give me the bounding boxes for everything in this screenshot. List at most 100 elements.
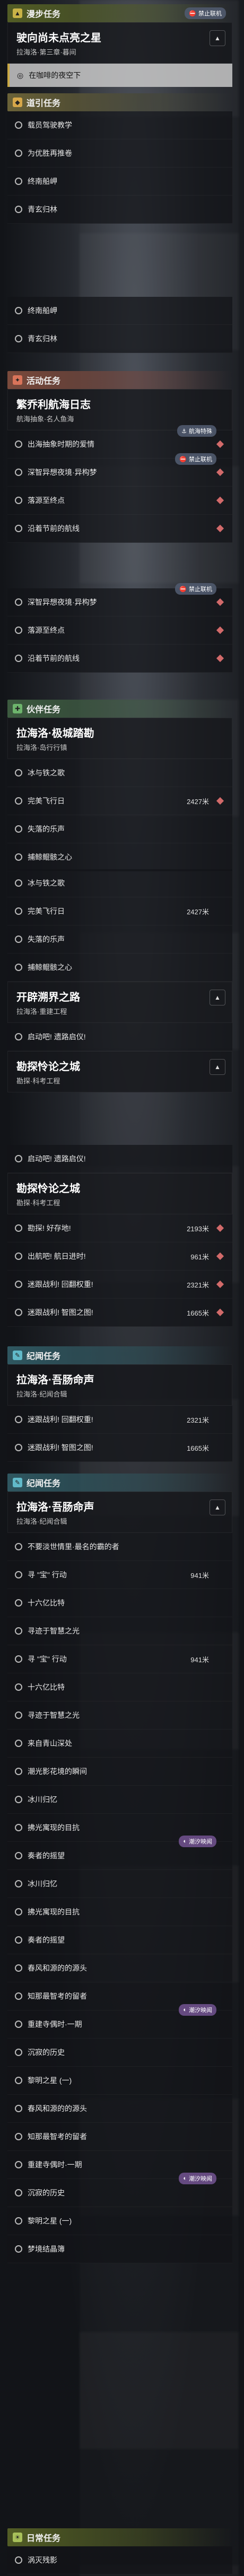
track-marker-icon	[216, 598, 224, 606]
path-header[interactable]: ◆ 道引任务	[7, 93, 232, 111]
list-item[interactable]: 为优胜再推卷	[7, 139, 232, 167]
list-item-label: 冰川归忆	[28, 1880, 57, 1888]
list-item[interactable]: 拂光寓现的目抗	[7, 1898, 232, 1926]
list-item[interactable]: 捕鲸鲲骸之心	[7, 843, 232, 871]
activity-card[interactable]: 繁乔利航海日志 航海抽象·名人鱼海	[7, 389, 232, 430]
list-item[interactable]: 冰川归忆	[7, 1870, 232, 1898]
list-item[interactable]: 奏者的摇望 ◐ 潮汐映闻	[7, 1836, 232, 1870]
list-item[interactable]: 青玄归林	[7, 325, 232, 353]
list-item[interactable]: 潮光影花境的瞬间	[7, 1758, 232, 1786]
list-item[interactable]: 完美飞行日 2427米	[7, 787, 232, 815]
company-header[interactable]: ✚ 伙伴任务	[7, 700, 232, 718]
world-title: 开辟溯界之路	[16, 992, 80, 1003]
list-item[interactable]: 重建寺偶时·一期 ◐ 潮汐映闻	[7, 2004, 232, 2039]
list-item-label: 青玄归林	[28, 334, 57, 343]
list-item[interactable]: 迷跟战利! 回翻权重! 2321米	[7, 1406, 232, 1434]
step-bullet-icon	[15, 2217, 22, 2225]
list-item[interactable]: 沿着节前的航线	[7, 515, 232, 543]
list-item-label: 重建寺偶时·一期	[28, 2160, 82, 2169]
list-item[interactable]: 沉寂的历史 ◐ 潮汐映闻	[7, 2173, 232, 2207]
list-item[interactable]: 十六亿比特	[7, 1673, 232, 1701]
step-bullet-icon	[15, 2161, 22, 2168]
record-header[interactable]: ✎ 纪闻任务	[7, 1346, 232, 1364]
list-item[interactable]: 春风和源的的源头	[7, 2095, 232, 2123]
collapse-chevron-icon[interactable]: ▲	[210, 1059, 225, 1075]
list-item[interactable]: 黎明之星 (一)	[7, 2067, 232, 2095]
list-item-label: 失落的乐声	[28, 935, 65, 943]
list-item[interactable]: 沉寂的历史	[7, 2039, 232, 2067]
list-item[interactable]: 寻 "宝" 行动 941米	[7, 1561, 232, 1589]
relic-card[interactable]: 勘探怜论之城 勘探·科考工程	[7, 1173, 232, 1214]
list-item[interactable]: 冰与铁之歌	[7, 759, 232, 787]
mission-subtitle: 拉海洛·第三章·暮间	[16, 48, 76, 56]
list-item[interactable]: 落源至终点	[7, 487, 232, 515]
lock-icon: ⛔	[189, 10, 196, 17]
track-marker-icon	[216, 524, 224, 533]
list-item-label: 奏者的摇望	[28, 1936, 65, 1944]
list-item[interactable]: 失落的乐声	[7, 815, 232, 843]
list-item[interactable]: 捕鲸鲲骸之心	[7, 954, 232, 982]
list-item[interactable]: 涡灭残影	[7, 2546, 232, 2574]
distance-label: 2321米	[187, 1281, 209, 1289]
company-card[interactable]: 拉海洛·极城踏勘 拉海洛·岛行行镇	[7, 718, 232, 759]
list-item[interactable]: 春风和源的的源头	[7, 1954, 232, 1982]
record-card[interactable]: 拉海洛·吾肠命声 拉海洛·纪闻合辑 ▲	[7, 1492, 232, 1533]
list-item-label: 拂光寓现的目抗	[28, 1908, 80, 1916]
explore-header-label: 漫步任务	[27, 10, 61, 19]
world-card[interactable]: 开辟溯界之路 拉海洛·重建工程 ▲	[7, 982, 232, 1023]
step-bullet-icon	[15, 1824, 22, 1831]
list-item[interactable]: 寻 "宝" 行动 941米	[7, 1645, 232, 1673]
list-item[interactable]: 冰川归忆	[7, 1786, 232, 1814]
record-header[interactable]: ✎ 纪闻任务	[7, 1474, 232, 1492]
collapse-chevron-icon[interactable]: ▲	[210, 30, 225, 46]
list-item[interactable]: 知那最智考的留者	[7, 2123, 232, 2151]
step-bullet-icon	[15, 440, 22, 448]
list-item[interactable]: 十六亿比特	[7, 1589, 232, 1617]
step-bullet-icon	[15, 1224, 22, 1232]
list-item[interactable]: 完美飞行日 2427米	[7, 897, 232, 925]
activity-section: ✦ 活动任务 繁乔利航海日志 航海抽象·名人鱼海 出海抽象时期的爱情 ⚓ 航海特…	[7, 371, 232, 543]
collapse-chevron-icon[interactable]: ▲	[210, 1499, 225, 1515]
step-bullet-icon	[15, 1683, 22, 1691]
list-item[interactable]: 出航吧! 航日进时! 961米	[7, 1242, 232, 1271]
list-item[interactable]: 落源至终点	[7, 616, 232, 645]
list-item-label: 黎明之星 (一)	[28, 2217, 72, 2225]
list-item[interactable]: 勘探! 好存地! 2193米	[7, 1214, 232, 1242]
list-item[interactable]: 黎明之星 (一)	[7, 2207, 232, 2235]
list-item-label: 拂光寓现的目抗	[28, 1823, 80, 1832]
step-bullet-icon	[15, 1908, 22, 1916]
selected-step[interactable]: ◎ 在咖啡的夜空下 ⛔ 禁止联机	[7, 7, 232, 87]
collapse-chevron-icon[interactable]: ▲	[210, 990, 225, 1005]
list-item[interactable]: 寻迹于智慧之光	[7, 1617, 232, 1645]
list-item[interactable]: 冰与铁之歌	[7, 869, 232, 897]
relic-card[interactable]: 勘探怜论之城 勘探·科考工程 ▲	[7, 1051, 232, 1092]
list-item[interactable]: 寻迹于智慧之光	[7, 1701, 232, 1730]
step-bullet-icon	[15, 2021, 22, 2028]
list-item[interactable]: 青玄归林	[7, 196, 232, 224]
list-item[interactable]: 启动吧! 遗路启仪!	[7, 1145, 232, 1173]
daily-header[interactable]: ☀ 日常任务	[7, 2528, 232, 2546]
list-item[interactable]: 迷跟战利! 智图之图! 1665米	[7, 1434, 232, 1462]
record-card[interactable]: 拉海洛·吾肠命声 拉海洛·纪闻合辑	[7, 1364, 232, 1406]
activity-header[interactable]: ✦ 活动任务	[7, 371, 232, 389]
list-item[interactable]: 迷跟战利! 智图之图! 1665米	[7, 1299, 232, 1327]
list-item-label: 涡灭残影	[28, 2556, 57, 2564]
badge-label: 航海特殊	[189, 428, 212, 435]
list-item[interactable]: 来自青山深处	[7, 1730, 232, 1758]
list-item[interactable]: 失落的乐声	[7, 925, 232, 954]
list-item[interactable]: 梦境结晶簿	[7, 2235, 232, 2263]
list-item[interactable]: 终南船岬	[7, 297, 232, 325]
list-item[interactable]: 不要淡世情里·最名的霸的者	[7, 1533, 232, 1561]
list-item[interactable]: 深智异想夜境·异构梦 ⛔ 禁止联机	[7, 583, 232, 616]
step-bullet-icon	[15, 178, 22, 185]
list-item[interactable]: 奏者的摇望	[7, 1926, 232, 1954]
list-item[interactable]: 载员驾驶教学	[7, 111, 232, 139]
list-item[interactable]: 启动吧! 遗路启仪!	[7, 1023, 232, 1051]
explore-mission-card[interactable]: 驶向尚未点亮之星 拉海洛·第三章·暮间 ▲	[7, 22, 232, 64]
list-item[interactable]: 深智异想夜境·异构梦 ⛔ 禁止联机	[7, 453, 232, 487]
record-section: ✎ 纪闻任务 拉海洛·吾肠命声 拉海洛·纪闻合辑 迷跟战利! 回翻权重! 2321…	[7, 1346, 232, 1462]
step-bullet-icon	[15, 525, 22, 532]
list-item[interactable]: 沿着节前的航线	[7, 645, 232, 673]
list-item[interactable]: 迷跟战利! 回翻权重! 2321米	[7, 1271, 232, 1299]
list-item[interactable]: 终南船岬	[7, 167, 232, 196]
